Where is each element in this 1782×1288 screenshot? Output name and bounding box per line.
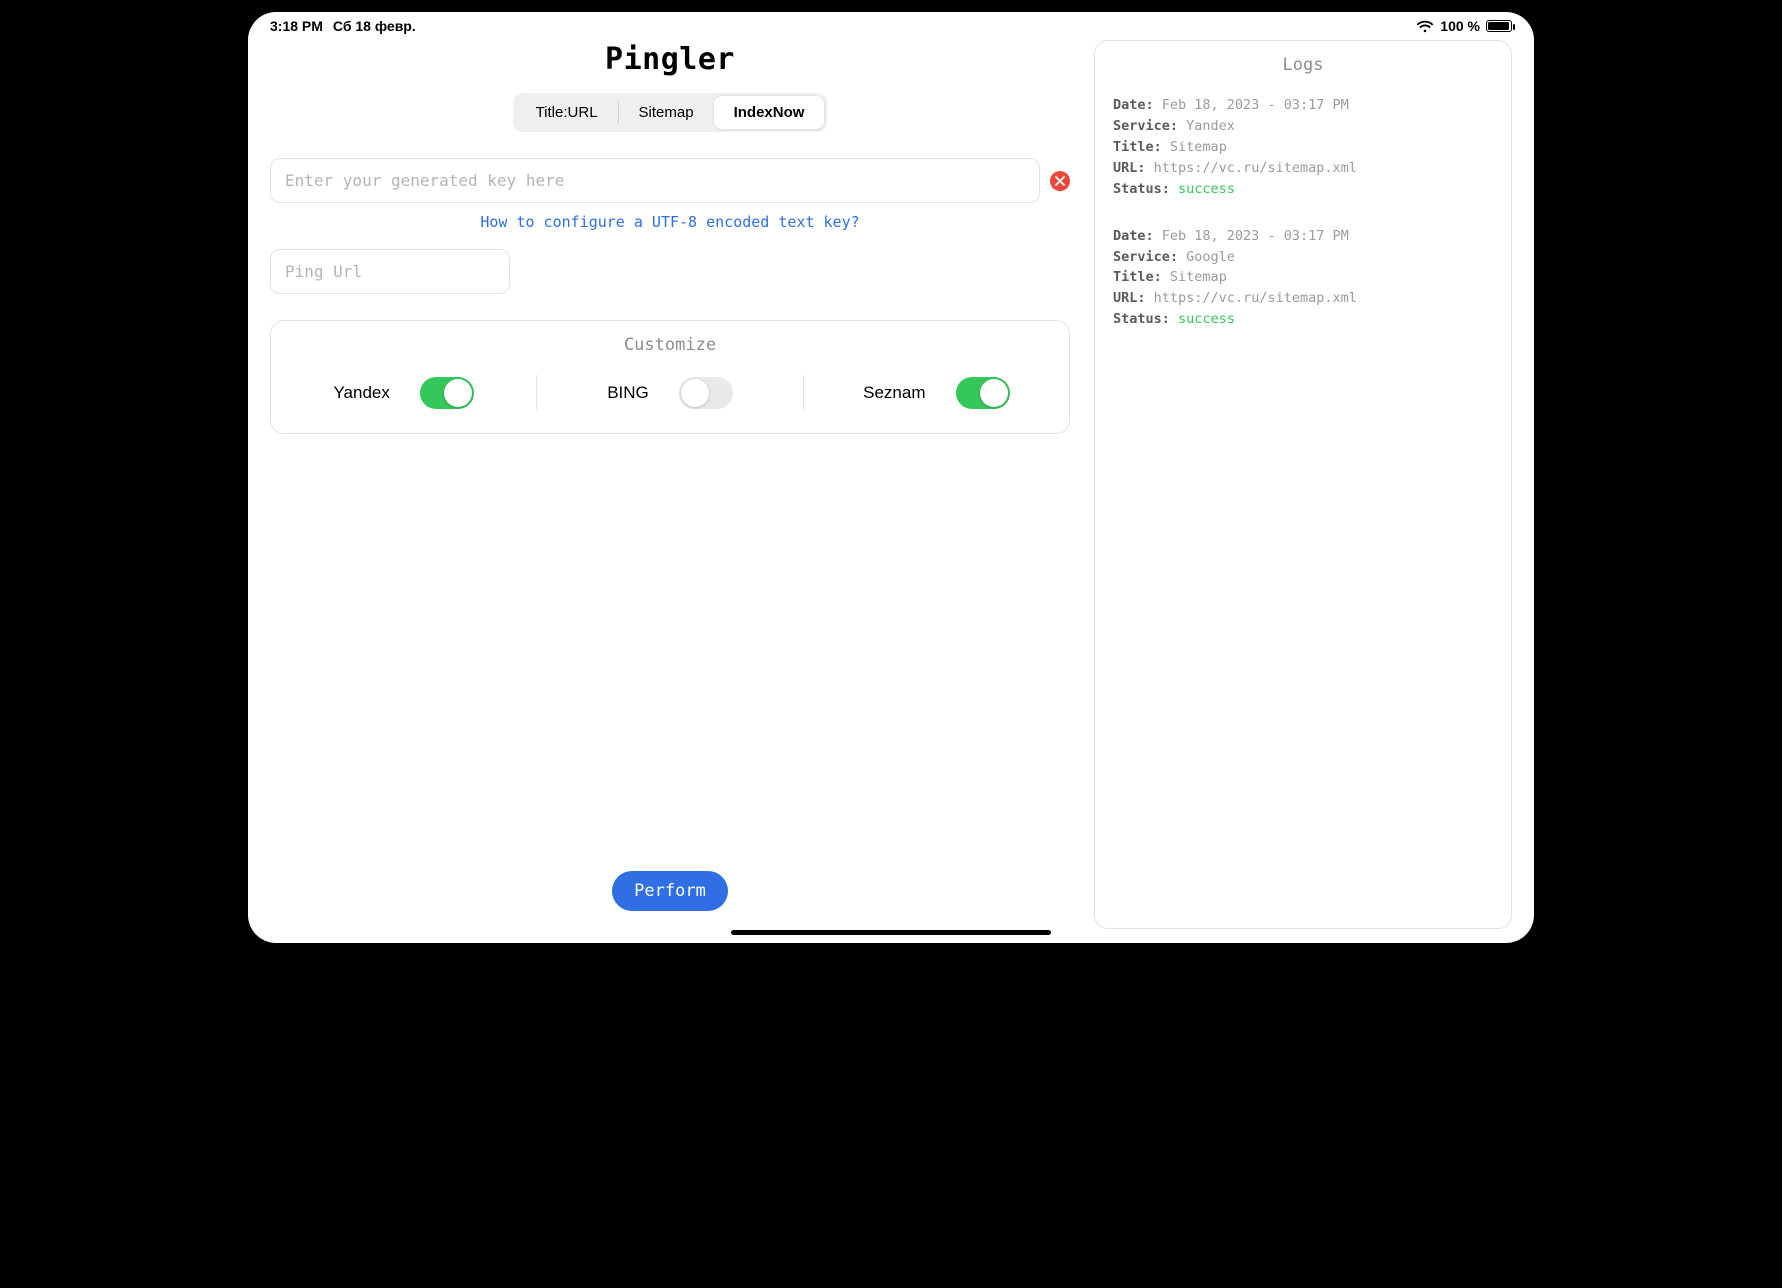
tab-segmented-control: Title:URL Sitemap IndexNow bbox=[513, 93, 828, 132]
log-date: Feb 18, 2023 - 03:17 PM bbox=[1162, 228, 1349, 244]
tab-title-url[interactable]: Title:URL bbox=[516, 96, 618, 129]
log-date: Feb 18, 2023 - 03:17 PM bbox=[1162, 97, 1349, 113]
app-window: 3:18 PM Сб 18 февр. 100 % Pingler Title:… bbox=[248, 12, 1534, 943]
tab-sitemap[interactable]: Sitemap bbox=[619, 96, 714, 129]
log-status: success bbox=[1178, 181, 1235, 197]
toggle-label-bing: BING bbox=[607, 383, 649, 403]
log-entry: Date: Feb 18, 2023 - 03:17 PM Service: G… bbox=[1113, 226, 1493, 331]
log-label-date: Date: bbox=[1113, 97, 1154, 113]
close-icon[interactable] bbox=[1050, 171, 1070, 191]
log-title: Sitemap bbox=[1170, 269, 1227, 285]
log-label-service: Service: bbox=[1113, 249, 1178, 265]
key-input[interactable] bbox=[270, 158, 1040, 203]
log-url: https://vc.ru/sitemap.xml bbox=[1154, 290, 1357, 306]
customize-panel: Customize Yandex BING Seznam bbox=[270, 320, 1070, 434]
log-label-service: Service: bbox=[1113, 118, 1178, 134]
log-entry: Date: Feb 18, 2023 - 03:17 PM Service: Y… bbox=[1113, 95, 1493, 200]
home-indicator bbox=[731, 930, 1051, 935]
log-label-date: Date: bbox=[1113, 228, 1154, 244]
help-link[interactable]: How to configure a UTF-8 encoded text ke… bbox=[480, 213, 859, 231]
switch-bing[interactable] bbox=[679, 377, 733, 409]
log-status: success bbox=[1178, 311, 1235, 327]
switch-yandex[interactable] bbox=[420, 377, 474, 409]
customize-title: Customize bbox=[271, 335, 1069, 355]
tab-indexnow[interactable]: IndexNow bbox=[714, 96, 825, 129]
log-label-url: URL: bbox=[1113, 160, 1146, 176]
toggle-seznam: Seznam bbox=[804, 377, 1069, 409]
switch-seznam[interactable] bbox=[956, 377, 1010, 409]
log-label-title: Title: bbox=[1113, 269, 1162, 285]
log-label-status: Status: bbox=[1113, 311, 1170, 327]
toggle-label-yandex: Yandex bbox=[333, 383, 389, 403]
toggle-yandex: Yandex bbox=[271, 377, 536, 409]
toggle-bing: BING bbox=[537, 377, 802, 409]
battery-icon bbox=[1486, 20, 1512, 32]
log-label-status: Status: bbox=[1113, 181, 1170, 197]
log-label-title: Title: bbox=[1113, 139, 1162, 155]
log-service: Google bbox=[1186, 249, 1235, 265]
log-label-url: URL: bbox=[1113, 290, 1146, 306]
status-bar: 3:18 PM Сб 18 февр. 100 % bbox=[248, 12, 1534, 36]
log-service: Yandex bbox=[1186, 118, 1235, 134]
logs-title: Logs bbox=[1113, 55, 1493, 75]
status-time: 3:18 PM bbox=[270, 18, 323, 34]
battery-pct: 100 % bbox=[1440, 18, 1480, 34]
log-title: Sitemap bbox=[1170, 139, 1227, 155]
toggle-label-seznam: Seznam bbox=[863, 383, 925, 403]
status-date: Сб 18 февр. bbox=[333, 18, 416, 34]
log-url: https://vc.ru/sitemap.xml bbox=[1154, 160, 1357, 176]
logs-panel: Logs Date: Feb 18, 2023 - 03:17 PM Servi… bbox=[1094, 40, 1512, 929]
ping-url-input[interactable] bbox=[270, 249, 510, 294]
wifi-icon bbox=[1416, 20, 1434, 33]
perform-button[interactable]: Perform bbox=[612, 871, 728, 911]
app-title: Pingler bbox=[605, 42, 735, 77]
